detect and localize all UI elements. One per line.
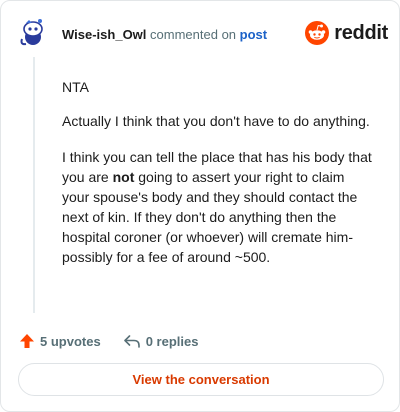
upvote-count: 5 upvotes: [40, 333, 101, 349]
reply-arrow-icon: [123, 335, 140, 348]
reply-count: 0 replies: [145, 333, 199, 349]
username-link[interactable]: Wise-ish_Owl: [62, 27, 146, 42]
view-conversation-label: View the conversation: [132, 372, 270, 387]
reddit-brand[interactable]: reddit: [305, 20, 388, 46]
view-conversation-button[interactable]: View the conversation: [18, 363, 384, 396]
upvote-arrow-icon: [20, 334, 34, 348]
comment-body: NTA Actually I think that you don't have…: [62, 77, 372, 283]
post-link[interactable]: post: [240, 27, 267, 42]
comment-card: Wise-ish_Owl commented on post reddit NT…: [0, 0, 400, 412]
comment-bold-text: not: [112, 169, 135, 185]
comment-header: Wise-ish_Owl commented on post reddit: [18, 15, 388, 55]
comment-paragraph: NTA: [62, 79, 89, 95]
upvote-button[interactable]: 5 upvotes: [19, 333, 101, 349]
comment-byline: Wise-ish_Owl commented on post: [62, 27, 267, 42]
snoo-avatar-icon: [18, 17, 48, 47]
action-text: commented on: [150, 27, 237, 42]
brand-wordmark: reddit: [334, 21, 388, 44]
comment-paragraph: I think you can tell the place that has …: [62, 147, 372, 267]
comment-paragraph: Actually I think that you don't have to …: [62, 113, 370, 129]
reddit-logo-icon: [305, 21, 330, 45]
reply-button[interactable]: 0 replies: [123, 333, 199, 349]
user-avatar[interactable]: [18, 17, 48, 47]
thread-line: [33, 57, 35, 313]
comment-footer: 5 upvotes 0 replies: [19, 331, 198, 351]
